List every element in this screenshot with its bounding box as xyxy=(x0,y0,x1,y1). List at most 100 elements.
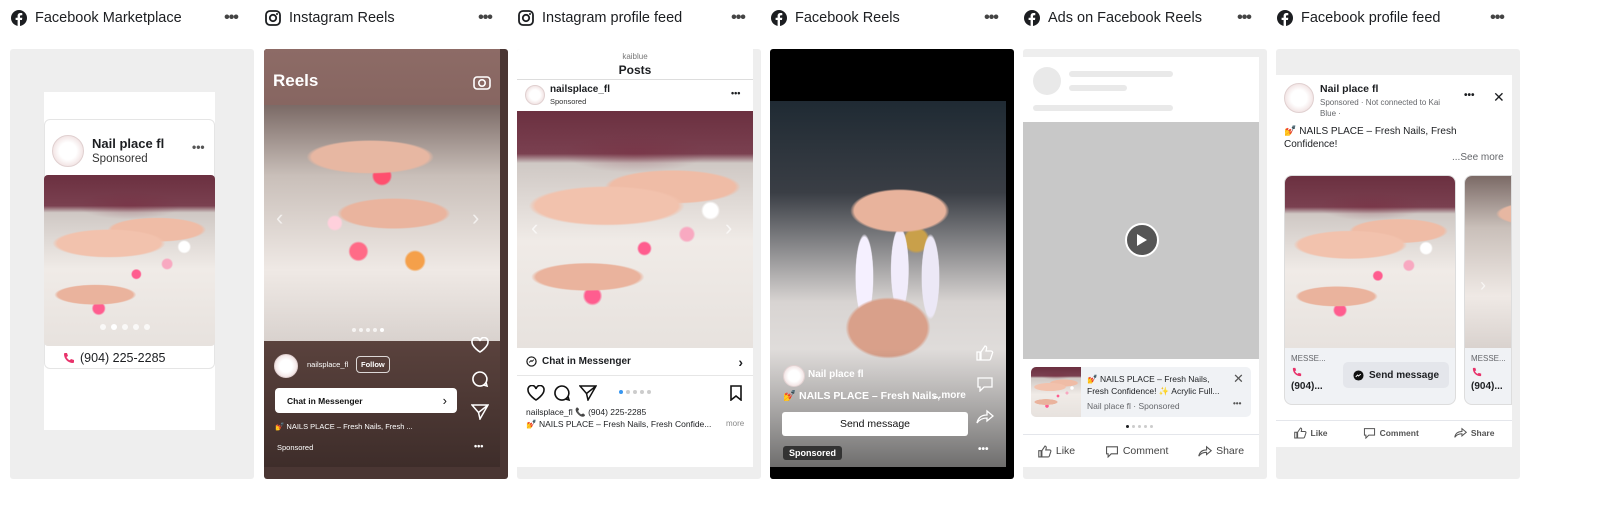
carousel-card-1[interactable]: MESSE... (904)... Send message xyxy=(1284,175,1456,405)
comment-icon xyxy=(1363,428,1375,439)
sponsored-label: Sponsored xyxy=(550,97,587,106)
ad-thumbnail xyxy=(1031,367,1081,417)
more-link[interactable]: ...more xyxy=(933,390,966,401)
post-text: 💅 NAILS PLACE – Fresh Nails, Fresh Confi… xyxy=(1284,126,1457,150)
placement-facebook-marketplace: Facebook Marketplace ••• Nail place fl S… xyxy=(10,0,254,517)
heart-icon[interactable] xyxy=(470,336,490,354)
share-icon[interactable] xyxy=(470,403,490,421)
send-message-button[interactable]: Send message xyxy=(782,412,968,436)
placement-title: Instagram Reels xyxy=(289,10,395,26)
share-icon[interactable] xyxy=(578,384,597,401)
more-options-button[interactable]: ••• xyxy=(978,9,1004,27)
follow-button[interactable]: Follow xyxy=(356,356,390,373)
preview-frame: 💅 NAILS PLACE – Fresh Nails, Fresh Confi… xyxy=(1023,49,1267,479)
carousel-card-2[interactable]: MESSE... (904)... xyxy=(1464,175,1512,405)
page-name[interactable]: Nail place fl xyxy=(808,369,864,380)
reels-title: Reels xyxy=(273,71,319,90)
action-bar: Like Comment Share xyxy=(1276,421,1512,445)
comment-icon[interactable] xyxy=(552,384,571,401)
chevron-right-icon: › xyxy=(442,393,447,408)
chevron-right-icon[interactable]: › xyxy=(725,215,732,241)
messenger-icon xyxy=(526,355,538,368)
chevron-right-icon: › xyxy=(738,353,743,370)
chat-in-messenger-button[interactable]: Chat in Messenger › xyxy=(275,388,457,413)
phone-icon xyxy=(62,351,76,365)
ig-handle[interactable]: nailsplace_fl xyxy=(550,84,610,95)
page-avatar[interactable] xyxy=(525,85,545,105)
more-options-button[interactable]: ••• xyxy=(725,9,751,27)
card-phone: (904)... xyxy=(1471,381,1503,392)
placement-header: Instagram Reels ••• xyxy=(264,8,508,28)
more-options-button[interactable]: ••• xyxy=(1231,9,1257,27)
ig-handle[interactable]: nailsplace_fl xyxy=(307,360,348,369)
placement-header: Ads on Facebook Reels ••• xyxy=(1023,8,1267,28)
caption-line-2: 💅 NAILS PLACE – Fresh Nails, Fresh Confi… xyxy=(526,419,712,429)
send-message-button[interactable]: Send message xyxy=(1343,362,1449,388)
see-more-link[interactable]: ...See more xyxy=(1452,152,1504,163)
caption: 💅 NAILS PLACE – Fresh Nails, xyxy=(783,390,941,402)
chevron-right-icon[interactable]: › xyxy=(1480,275,1486,296)
share-button[interactable]: Share xyxy=(1198,445,1244,458)
close-icon[interactable]: ✕ xyxy=(1233,371,1244,387)
like-button[interactable]: Like xyxy=(1038,445,1075,458)
like-label: Like xyxy=(1310,428,1328,438)
post-image[interactable] xyxy=(517,111,753,348)
placement-header: Facebook Marketplace ••• xyxy=(10,8,254,28)
share-icon[interactable] xyxy=(975,408,995,426)
comment-button[interactable]: Comment xyxy=(1105,445,1168,458)
preview-frame: Reels ‹ › nailsplace_fl Follow Chat in M… xyxy=(264,49,508,479)
comment-button[interactable]: Comment xyxy=(1363,427,1419,439)
comment-icon xyxy=(1105,445,1118,458)
reel-image[interactable] xyxy=(264,105,500,341)
more-options-button[interactable]: ••• xyxy=(731,88,740,98)
carousel-dots xyxy=(1126,425,1153,428)
ad-text: 💅 NAILS PLACE – Fresh Nails, Fresh Confi… xyxy=(1087,374,1220,396)
card-image xyxy=(1465,176,1511,348)
carousel-dots xyxy=(100,324,150,330)
more-options-button[interactable]: ••• xyxy=(474,441,483,451)
chevron-right-icon[interactable]: › xyxy=(472,205,479,231)
chevron-left-icon[interactable]: ‹ xyxy=(276,205,283,231)
share-button[interactable]: Share xyxy=(1454,427,1494,439)
cta-label: Send message xyxy=(839,418,911,430)
like-icon[interactable] xyxy=(975,344,995,362)
comment-icon[interactable] xyxy=(975,375,995,393)
page-avatar[interactable] xyxy=(1284,83,1314,113)
heart-icon[interactable] xyxy=(526,384,545,401)
more-options-button[interactable]: ••• xyxy=(218,9,244,27)
page-avatar xyxy=(52,135,84,167)
play-icon[interactable] xyxy=(1125,223,1159,257)
more-link[interactable]: more xyxy=(726,419,744,428)
page-name[interactable]: Nail place fl xyxy=(92,136,164,151)
phone-number[interactable]: (904) 225-2285 xyxy=(80,351,165,365)
more-options-button[interactable]: ••• xyxy=(978,444,989,455)
facebook-icon xyxy=(11,10,27,26)
preview-frame: Nail place fl Sponsored ••• (904) 225-22… xyxy=(10,49,254,479)
placement-title: Facebook profile feed xyxy=(1301,10,1441,26)
more-options-button[interactable]: ••• xyxy=(192,140,205,154)
bookmark-icon[interactable] xyxy=(728,384,744,401)
chevron-left-icon[interactable]: ‹ xyxy=(531,215,538,241)
more-options-button[interactable]: ••• xyxy=(1464,90,1475,101)
chat-in-messenger-button[interactable]: Chat in Messenger › xyxy=(517,348,753,376)
sponsored-label: Sponsored xyxy=(92,153,148,165)
fb-reels-screen: 💅 NAILS PLACE – Fresh Nails, Fresh Confi… xyxy=(1023,57,1259,467)
close-icon[interactable]: ✕ xyxy=(1493,89,1505,106)
page-avatar[interactable] xyxy=(274,354,298,378)
comment-icon[interactable] xyxy=(470,370,490,388)
more-options-button[interactable]: ••• xyxy=(1484,9,1510,27)
page-name[interactable]: Nail place fl xyxy=(1320,83,1378,95)
ad-image[interactable] xyxy=(44,175,215,346)
preview-frame: Nail place fl Sponsored · Not connected … xyxy=(1276,49,1520,479)
card-image xyxy=(1285,176,1455,348)
share-icon xyxy=(1198,445,1213,456)
more-options-button[interactable]: ••• xyxy=(472,9,498,27)
page-avatar[interactable] xyxy=(783,365,805,387)
sponsored-label: Sponsored xyxy=(783,446,843,460)
camera-icon[interactable] xyxy=(472,72,492,92)
preview-frame: Nail place fl 💅 NAILS PLACE – Fresh Nail… xyxy=(770,49,1014,479)
more-options-button[interactable]: ••• xyxy=(1233,399,1241,408)
phone-icon xyxy=(1471,366,1483,378)
like-button[interactable]: Like xyxy=(1293,427,1328,439)
instagram-icon xyxy=(518,10,534,26)
